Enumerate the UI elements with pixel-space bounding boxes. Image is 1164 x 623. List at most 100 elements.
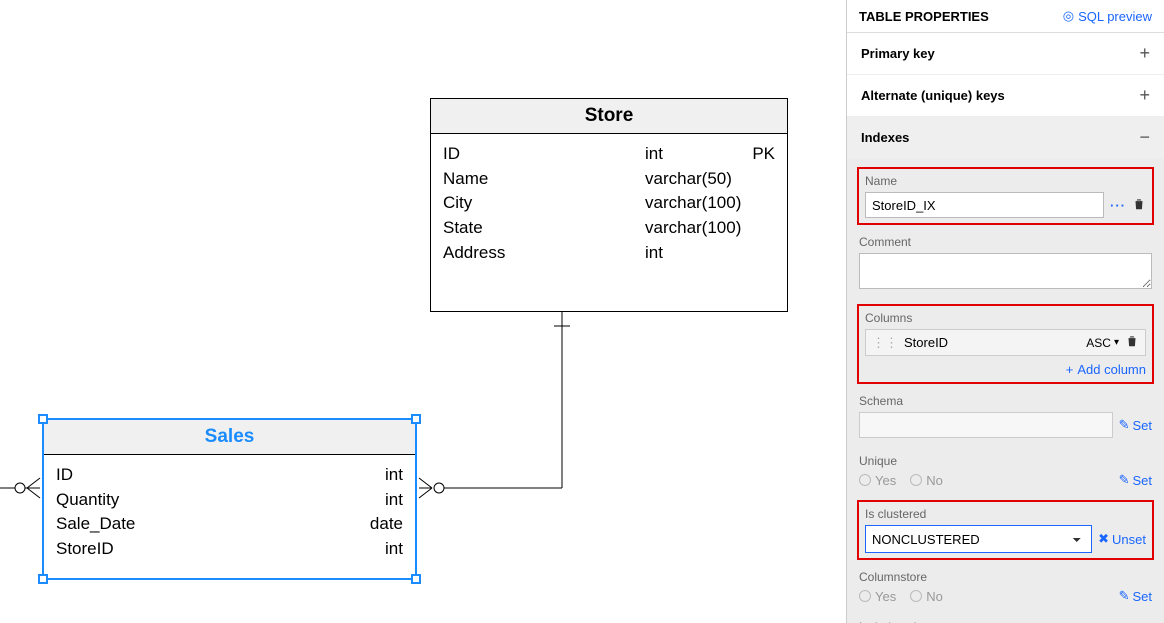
radio-no[interactable]: No [910,589,943,604]
section-label: Alternate (unique) keys [861,88,1005,103]
radio-yes-label: Yes [875,589,896,604]
properties-panel: TABLE PROPERTIES ◎ SQL preview Primary k… [846,0,1164,623]
resize-handle[interactable] [411,414,421,424]
col-type: int [303,488,403,513]
table-row: Address int [443,241,775,266]
unique-radio-group: Yes No [859,473,1113,488]
table-row: StoreID int [56,537,403,562]
pencil-icon: ✎ [1119,472,1130,488]
schema-input[interactable] [859,412,1113,438]
field-label-comment: Comment [859,235,1152,249]
set-columnstore-link[interactable]: ✎Set [1119,588,1152,604]
diagram-canvas[interactable]: Store ID int PK Name varchar(50) City va… [0,0,846,623]
col-type: varchar(100) [645,191,745,216]
section-primary-key[interactable]: Primary key + [847,33,1164,75]
entity-store[interactable]: Store ID int PK Name varchar(50) City va… [430,98,788,312]
table-row: ID int PK [443,142,775,167]
entity-sales[interactable]: Sales ID int Quantity int Sale_Date date… [42,418,417,580]
add-column-link[interactable]: Add column [865,362,1146,377]
col-pk [745,241,775,266]
set-unique-link[interactable]: ✎Set [1119,472,1152,488]
field-label-name: Name [865,174,1146,188]
plus-icon: + [1139,43,1150,64]
delete-column-button[interactable] [1125,334,1139,351]
section-label: Primary key [861,46,935,61]
set-label: Set [1132,418,1152,433]
col-pk [745,191,775,216]
table-row: ID int [56,463,403,488]
highlight-clustered-group: Is clustered NONCLUSTERED ✖Unset [857,500,1154,560]
entity-sales-body: ID int Quantity int Sale_Date date Store… [44,455,415,570]
col-name: ID [443,142,645,167]
sql-preview-link[interactable]: ◎ SQL preview [1063,8,1152,24]
section-label: Indexes [861,130,909,145]
table-row: State varchar(100) [443,216,775,241]
pencil-icon: ✎ [1119,588,1130,604]
is-clustered-select[interactable]: NONCLUSTERED [865,525,1092,553]
radio-no-label: No [926,589,943,604]
col-name: ID [56,463,303,488]
field-label-schema: Schema [859,394,1152,408]
resize-handle[interactable] [411,574,421,584]
unset-label: Unset [1112,532,1146,547]
unset-icon: ✖ [1098,531,1109,547]
col-type: date [303,512,403,537]
radio-yes-label: Yes [875,473,896,488]
radio-no[interactable]: No [910,473,943,488]
panel-header: TABLE PROPERTIES ◎ SQL preview [847,0,1164,33]
index-column-name: StoreID [904,335,1080,350]
eye-icon: ◎ [1063,8,1074,24]
radio-no-label: No [926,473,943,488]
minus-icon: − [1139,127,1150,148]
col-pk: PK [745,142,775,167]
col-type: int [303,537,403,562]
more-icon[interactable]: ··· [1110,198,1126,213]
indexes-body: Name ··· Comment Columns ⋮⋮ StoreID ASC [847,159,1164,623]
chevron-down-icon: ▾ [1114,337,1119,348]
index-column-row[interactable]: ⋮⋮ StoreID ASC ▾ [865,329,1146,356]
table-row: Name varchar(50) [443,167,775,192]
field-label-columnstore: Columnstore [859,570,1152,584]
col-name: Name [443,167,645,192]
highlight-name-group: Name ··· [857,167,1154,225]
col-name: City [443,191,645,216]
col-name: Address [443,241,645,266]
entity-sales-header: Sales [44,420,415,455]
entity-store-header: Store [431,99,787,134]
field-label-columns: Columns [865,311,1146,325]
col-type: int [645,142,745,167]
field-label-clustered: Is clustered [865,507,1146,521]
col-name: StoreID [56,537,303,562]
col-type: int [645,241,745,266]
col-name: Sale_Date [56,512,303,537]
panel-title: TABLE PROPERTIES [859,9,989,24]
sort-order-select[interactable]: ASC ▾ [1086,336,1119,350]
set-label: Set [1132,589,1152,604]
sort-order-value: ASC [1086,336,1111,350]
section-indexes[interactable]: Indexes − [847,117,1164,159]
table-row: Quantity int [56,488,403,513]
table-row: Sale_Date date [56,512,403,537]
sql-preview-label: SQL preview [1078,9,1152,24]
col-type: varchar(100) [645,216,745,241]
resize-handle[interactable] [38,574,48,584]
delete-index-button[interactable] [1132,197,1146,214]
col-name: State [443,216,645,241]
resize-handle[interactable] [38,414,48,424]
section-alternate-keys[interactable]: Alternate (unique) keys + [847,75,1164,117]
columnstore-radio-group: Yes No [859,589,1113,604]
radio-yes[interactable]: Yes [859,589,896,604]
table-row: City varchar(100) [443,191,775,216]
radio-yes[interactable]: Yes [859,473,896,488]
pencil-icon: ✎ [1119,417,1130,433]
unset-clustered-link[interactable]: ✖Unset [1098,531,1146,547]
index-comment-input[interactable] [859,253,1152,289]
entity-store-body: ID int PK Name varchar(50) City varchar(… [431,134,787,273]
highlight-columns-group: Columns ⋮⋮ StoreID ASC ▾ Add column [857,304,1154,384]
col-type: varchar(50) [645,167,745,192]
set-schema-link[interactable]: ✎Set [1119,417,1152,433]
index-name-input[interactable] [865,192,1104,218]
col-type: int [303,463,403,488]
col-name: Quantity [56,488,303,513]
drag-handle-icon[interactable]: ⋮⋮ [872,335,898,351]
